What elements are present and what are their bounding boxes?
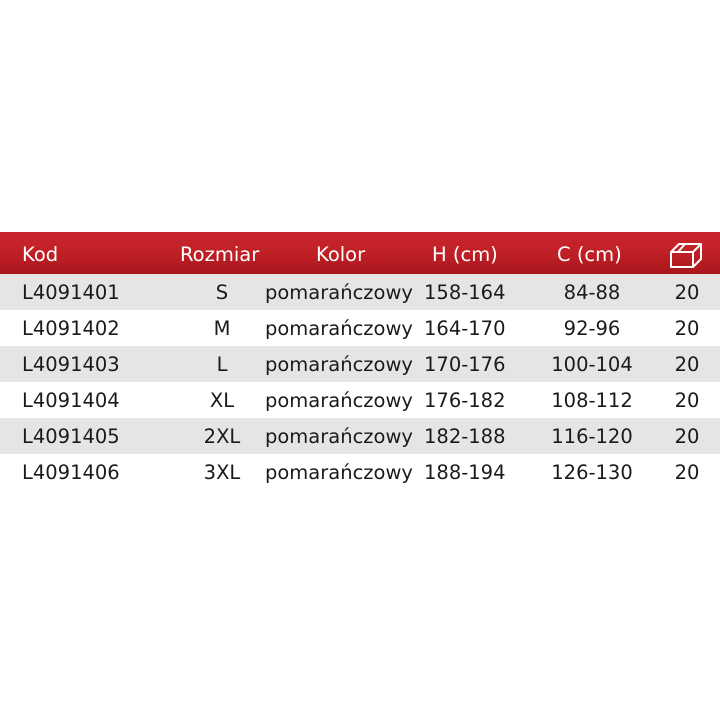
cell-kod: L4091404: [22, 388, 120, 412]
cell-kolor: pomarańczowy: [265, 316, 413, 340]
header-chest: C (cm): [557, 243, 622, 266]
table-row: L4091405 2XL pomarańczowy 182-188 116-120 20: [0, 418, 720, 454]
table-row: L4091402 Mpomarańczowy 164-170 92-96 20: [0, 310, 720, 346]
cell-quantity: 20: [674, 388, 700, 412]
cell-chest: 108-112: [551, 388, 633, 412]
header-height: H (cm): [432, 243, 498, 266]
table-row: L4091404 XL pomarańczowy 176-182 108-112 20: [0, 382, 720, 418]
cell-height: 182-188: [424, 424, 506, 448]
box-icon: [668, 232, 704, 274]
cell-quantity: 20: [674, 424, 700, 448]
size-table: Kod Rozmiar Kolor H (cm) C (cm) L4091401…: [0, 232, 720, 490]
cell-kolor: pomarańczowy: [265, 388, 413, 412]
cell-height: 164-170: [424, 316, 506, 340]
table-header: Kod Rozmiar Kolor H (cm) C (cm): [0, 232, 720, 274]
cell-chest: 116-120: [551, 424, 633, 448]
cell-rozmiar: L: [216, 352, 228, 376]
cell-quantity: 20: [674, 352, 700, 376]
cell-quantity: 20: [674, 280, 700, 304]
cell-rozmiar: M: [213, 316, 231, 340]
cell-kolor: pomarańczowy: [265, 352, 413, 376]
cell-height: 170-176: [424, 352, 506, 376]
cell-rozmiar: 3XL: [203, 460, 241, 484]
cell-kod: L4091403: [22, 352, 120, 376]
table-body: L4091401 Spomarańczowy 158-164 84-88 20 L4091…: [0, 274, 720, 490]
cell-kod: L4091402: [22, 316, 120, 340]
cell-kod: L4091406: [22, 460, 120, 484]
cell-rozmiar: XL: [209, 388, 235, 412]
cell-chest: 126-130: [551, 460, 633, 484]
cell-height: 176-182: [424, 388, 506, 412]
cell-kolor: pomarańczowy: [265, 280, 413, 304]
header-kolor: Kolor: [316, 243, 366, 266]
cell-quantity: 20: [674, 460, 700, 484]
header-rozmiar: Rozmiar: [180, 243, 260, 266]
cell-rozmiar: S: [215, 280, 229, 304]
cell-chest: 92-96: [563, 316, 621, 340]
cell-height: 188-194: [424, 460, 506, 484]
cell-kod: L4091401: [22, 280, 120, 304]
cell-kolor: pomarańczowy: [265, 424, 413, 448]
cell-height: 158-164: [424, 280, 506, 304]
cell-chest: 84-88: [563, 280, 621, 304]
table-row: L4091406 3XL pomarańczowy 188-194 126-130 20: [0, 454, 720, 490]
cell-quantity: 20: [674, 316, 700, 340]
cell-chest: 100-104: [551, 352, 633, 376]
cell-rozmiar: 2XL: [203, 424, 241, 448]
cell-kolor: pomarańczowy: [265, 460, 413, 484]
header-kod: Kod: [22, 243, 59, 266]
table-row: L4091403 Lpomarańczowy 170-176 100-104 20: [0, 346, 720, 382]
cell-kod: L4091405: [22, 424, 120, 448]
table-row: L4091401 Spomarańczowy 158-164 84-88 20: [0, 274, 720, 310]
